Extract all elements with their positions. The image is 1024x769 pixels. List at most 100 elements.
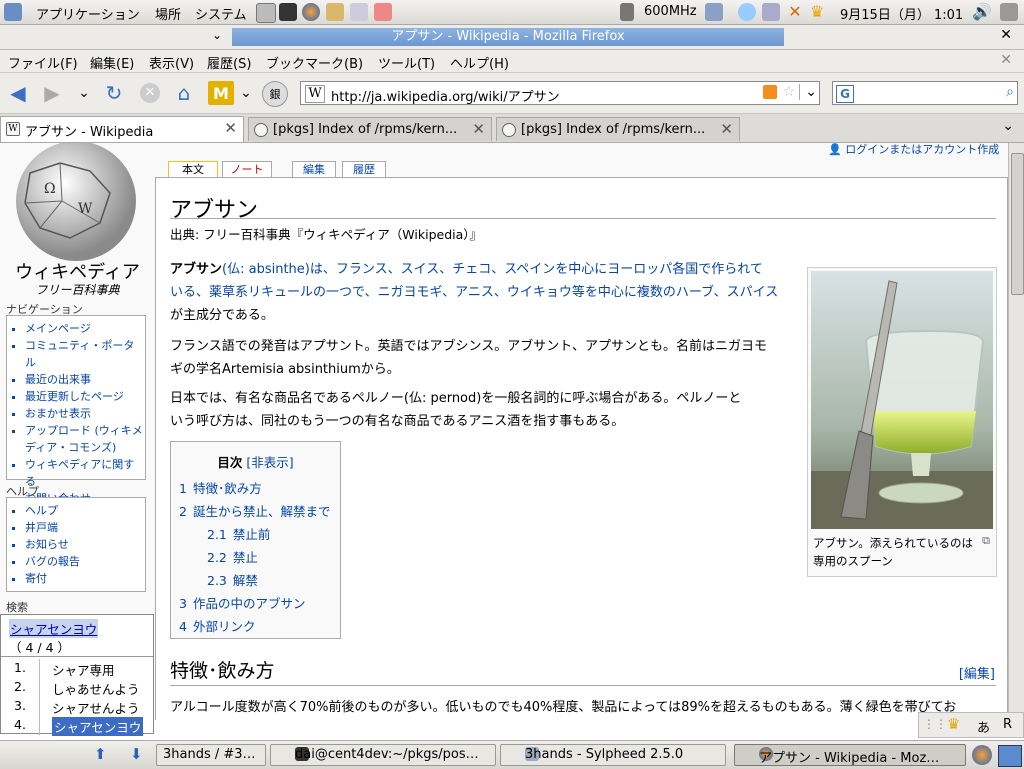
sidebar-nav-item[interactable]: ウィキペディアに関する — [25, 456, 145, 490]
section-edit-link[interactable]: [編集] — [959, 663, 995, 682]
tab-close-icon[interactable]: ✕ — [472, 120, 485, 138]
history-dropdown-icon[interactable]: ⌄ — [72, 81, 96, 105]
sidebar-help-item[interactable]: バグの報告 — [25, 553, 145, 570]
tab-talk[interactable]: ノート — [222, 161, 272, 178]
wikipedia-logo[interactable]: Ω W ウィキペディア フリー百科事典 — [0, 143, 155, 298]
clock[interactable]: 9月15日（月） 1:01 — [840, 4, 963, 23]
ime-candidate[interactable]: 3. シャアせんよう — [1, 697, 153, 716]
update-icon[interactable] — [762, 3, 780, 21]
menu-places[interactable]: 場所 — [155, 4, 181, 23]
ime-mode-roman[interactable]: R — [1003, 717, 1012, 732]
toc-hide-link[interactable]: [非表示] — [246, 455, 293, 470]
url-dropdown-icon[interactable]: ⌄ — [799, 84, 817, 100]
tab-pkgs-1[interactable]: [pkgs] Index of /rpms/kern... ✕ — [248, 117, 492, 141]
absinthe-photo[interactable] — [811, 271, 993, 529]
search-box[interactable]: G ⌕ — [832, 81, 1018, 105]
toc-item[interactable]: 4 外部リンク — [179, 616, 255, 635]
ime-crown-icon[interactable]: ♛ — [947, 715, 960, 733]
sidebar-nav-item[interactable]: 最近更新したページ — [25, 388, 145, 405]
tab-wikipedia[interactable]: W アブサン - Wikipedia ✕ — [0, 116, 244, 142]
toc-item[interactable]: 1 特徴･飲み方 — [179, 478, 262, 497]
menu-help[interactable]: ヘルプ(H) — [450, 53, 509, 72]
toc-item[interactable]: 2.3 解禁 — [207, 570, 258, 589]
search-icon[interactable]: ⌕ — [1006, 84, 1014, 100]
toc-item[interactable]: 2 誕生から禁止、解禁まで — [179, 501, 330, 520]
tools-icon[interactable]: ✕ — [786, 3, 804, 21]
tab-close-icon[interactable]: ✕ — [224, 119, 237, 137]
menu-tools[interactable]: ツール(T) — [378, 53, 435, 72]
ime-candidate[interactable]: 2. しゃあせんよう — [1, 678, 153, 697]
tab-list-chevron-icon[interactable]: ⌄ — [1002, 118, 1014, 134]
clock-icon[interactable] — [738, 3, 756, 21]
forward-button[interactable]: ▶ — [40, 81, 64, 105]
tab-history[interactable]: 履歴 — [342, 161, 386, 178]
addon-dropdown-icon[interactable]: ⌄ — [234, 81, 258, 105]
login-link[interactable]: 👤 ログインまたはアカウント作成 — [828, 143, 999, 157]
ime-candidate[interactable]: 4. シャアセンヨウ — [1, 716, 153, 736]
sidebar-nav-item[interactable]: メインページ — [25, 320, 145, 337]
tab-close-icon[interactable]: ✕ — [720, 120, 733, 138]
page-scrollbar[interactable] — [1008, 143, 1024, 720]
reload-button[interactable]: ↻ — [102, 81, 126, 105]
toc-item[interactable]: 2.1 禁止前 — [207, 524, 270, 543]
sidebar-nav-item[interactable]: 最近の出来事 — [25, 371, 145, 388]
window-close-icon[interactable]: ✕ — [1000, 27, 1012, 43]
addon-m-icon[interactable]: M — [208, 81, 234, 105]
tab-pkgs-2[interactable]: [pkgs] Index of /rpms/kern... ✕ — [496, 117, 740, 141]
ime-grip-icon[interactable]: ⋮⋮ — [923, 717, 947, 731]
firefox-launcher-icon[interactable] — [302, 3, 320, 21]
toc-item[interactable]: 3 作品の中のアブサン — [179, 593, 305, 612]
sidebar-nav-item[interactable]: アップロード (ウィキメ — [25, 422, 145, 439]
editor-icon[interactable] — [374, 3, 392, 21]
bookmark-star-icon[interactable]: ☆ — [782, 84, 795, 100]
menu-view[interactable]: 表示(V) — [149, 53, 194, 72]
sidebar-help-item[interactable]: お知らせ — [25, 536, 145, 553]
launcher-icon[interactable] — [256, 3, 276, 23]
notes-icon[interactable] — [350, 3, 368, 21]
volume-icon[interactable]: 🔊 — [972, 3, 992, 21]
network-icon[interactable] — [705, 3, 723, 21]
menu-edit[interactable]: 編集(E) — [90, 53, 134, 72]
firefox-tray-icon[interactable] — [972, 745, 992, 765]
close-tab-icon[interactable]: ✕ — [1000, 52, 1012, 68]
sidebar-help-item[interactable]: 井戸端 — [25, 519, 145, 536]
gnome-foot-icon[interactable] — [4, 3, 22, 21]
window-menu-chevron-icon[interactable]: ⌄ — [212, 28, 222, 42]
ime-mode-hiragana[interactable]: あ — [977, 717, 990, 736]
ime-candidate[interactable]: 1. シャア専用 — [1, 659, 153, 678]
tab-edit[interactable]: 編集 — [292, 161, 336, 178]
terminal-icon[interactable] — [279, 3, 297, 21]
crown-icon[interactable]: ♛ — [808, 3, 826, 21]
mail-icon[interactable] — [326, 3, 344, 21]
arrow-down-icon[interactable]: ⬇ — [130, 745, 143, 763]
task-3hands-irc[interactable]: 3hands / #3… — [156, 744, 266, 766]
google-engine-icon[interactable]: G — [836, 85, 854, 103]
url-bar[interactable]: W http://ja.wikipedia.org/wiki/アプサン ☆ ⌄ — [300, 81, 820, 105]
sidebar-help-item[interactable]: ヘルプ — [25, 502, 145, 519]
task-terminal[interactable]: dai@cent4dev:~/pkgs/pos… — [270, 744, 496, 766]
rss-feed-icon[interactable] — [763, 85, 777, 99]
tab-article[interactable]: 本文 — [168, 161, 218, 178]
sidebar-nav-item[interactable]: コミュニティ・ポータル — [25, 337, 145, 371]
home-button[interactable]: ⌂ — [172, 81, 196, 105]
arrow-up-icon[interactable]: ⬆ — [94, 745, 107, 763]
menu-applications[interactable]: アプリケーション — [36, 4, 140, 23]
logout-icon[interactable] — [1000, 3, 1018, 21]
workspace-switcher-icon[interactable] — [998, 745, 1022, 767]
task-firefox[interactable]: アプサン - Wikipedia - Moz… — [734, 744, 966, 766]
sidebar-nav-item[interactable]: おまかせ表示 — [25, 405, 145, 422]
menu-history[interactable]: 履歴(S) — [207, 53, 251, 72]
task-sylpheed[interactable]: 3hands - Sylpheed 2.5.0 — [500, 744, 726, 766]
enlarge-icon[interactable]: ⧉ — [982, 534, 990, 548]
sidebar-nav-item[interactable]: ディア・コモンズ) — [25, 439, 145, 456]
window-title[interactable]: アプサン - Wikipedia - Mozilla Firefox — [232, 28, 784, 46]
toc-item[interactable]: 2.2 禁止 — [207, 547, 258, 566]
addon-gin-icon[interactable]: 銀 — [262, 81, 288, 107]
sidebar-help-item[interactable]: 寄付 — [25, 570, 145, 587]
scrollbar-thumb[interactable] — [1011, 153, 1024, 295]
menu-system[interactable]: システム — [195, 4, 247, 23]
menu-file[interactable]: ファイル(F) — [8, 53, 78, 72]
stop-button[interactable]: ✕ — [138, 81, 162, 105]
menu-bookmarks[interactable]: ブックマーク(B) — [266, 53, 363, 72]
back-button[interactable]: ◀ — [6, 81, 30, 105]
